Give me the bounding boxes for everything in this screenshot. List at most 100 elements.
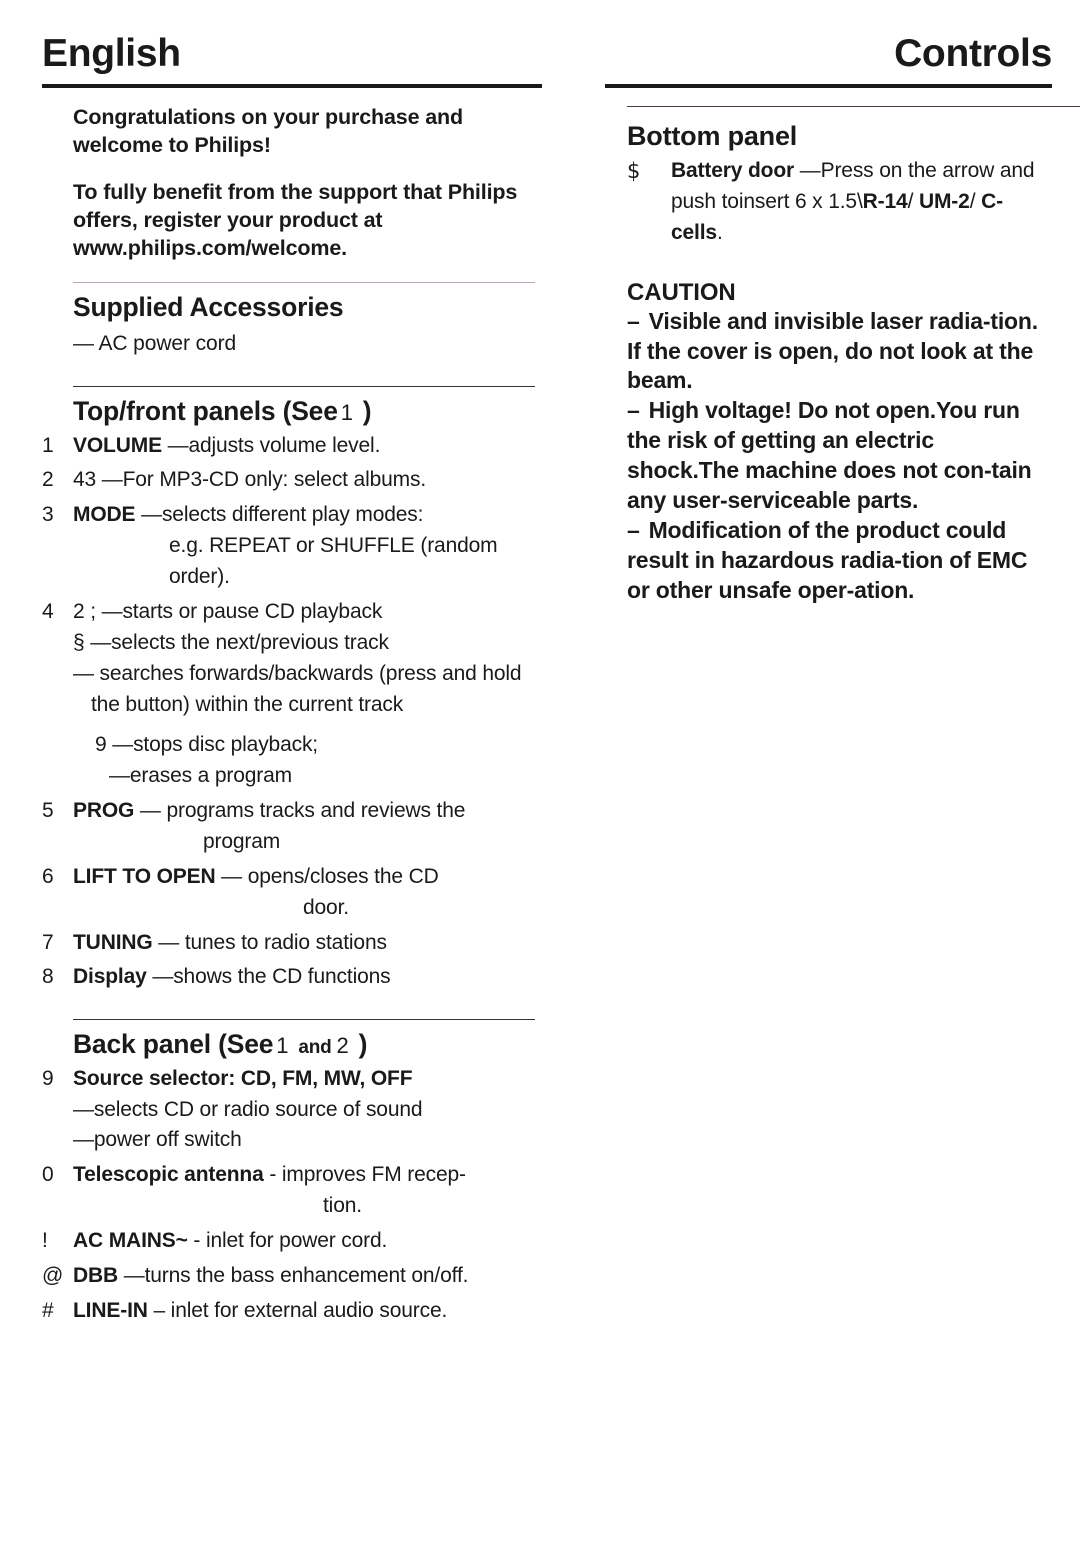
list-item-0: 0 Telescopic antenna - improves FM recep… — [42, 1156, 542, 1222]
caution-dash: – — [627, 307, 640, 334]
item-marker: @ — [42, 1263, 64, 1287]
page-title-controls: Controls — [894, 32, 1052, 75]
list-item-6: 6 LIFT TO OPEN — opens/closes the CD door… — [42, 858, 542, 924]
item-body: Telescopic antenna - improves FM recep-t… — [73, 1160, 542, 1222]
list-item-battery-door: $ Battery door —Press on the arrow and p… — [627, 152, 1052, 249]
figure-ref-1: 1 — [340, 400, 353, 426]
caution-paragraph-1: – Visible and invisible laser radia-tion.… — [627, 307, 1052, 397]
item-sub-symbol-line: § —selects the next/previous track — [73, 628, 542, 659]
item-body: TUNING — tunes to radio stations — [73, 928, 542, 959]
item-desc: — opens/closes the CD — [215, 864, 439, 888]
item-desc: —shows the CD functions — [146, 965, 391, 989]
item-desc: —adjusts volume level. — [161, 433, 381, 457]
item-label: PROG — [73, 799, 135, 823]
item-label-values: : CD, FM, MW, OFF — [228, 1066, 413, 1090]
list-item-3: 3 MODE —selects different play modes: e.g… — [42, 496, 542, 593]
list-item-hash: # LINE-IN – inlet for external audio sou… — [42, 1292, 542, 1327]
item-desc: —turns the bass enhancement on/off. — [118, 1263, 469, 1287]
item-continuation-2: order). — [169, 565, 230, 589]
item-label: 2 ; — [73, 599, 96, 623]
item-label: LIFT TO OPEN — [73, 864, 216, 888]
item-marker: $ — [627, 159, 641, 184]
item-label: MODE — [73, 503, 136, 527]
battery-sep-1: / — [907, 189, 919, 213]
item-body: VOLUME —adjusts volume level. — [73, 431, 542, 462]
item-body: MODE —selects different play modes: e.g. … — [73, 500, 542, 593]
accessory-item-ac-power-cord: — AC power cord — [73, 332, 237, 356]
figure-ref-2: 2 — [336, 1033, 349, 1059]
item-sub-stop-line: 9 —stops disc playback; — [95, 733, 318, 757]
intro-block: Congratulations on your purchase and wel… — [42, 88, 542, 263]
item-marker: 4 — [42, 599, 54, 623]
item-desc: —selects different play modes: — [135, 503, 424, 527]
item-desc: —For MP3-CD only: select albums. — [96, 468, 427, 492]
item-continuation-1: tion. — [323, 1194, 362, 1218]
item-label: 43 — [73, 468, 97, 492]
list-item-1: 1 VOLUME —adjusts volume level. — [42, 427, 542, 462]
item-label: Battery door — [671, 159, 795, 183]
item-body: DBB —turns the bass enhancement on/off. — [73, 1261, 542, 1292]
item-marker: # — [42, 1298, 54, 1322]
item-body: AC MAINS~ - inlet for power cord. — [73, 1226, 542, 1257]
heading-back-panel-close: ) — [358, 1029, 368, 1060]
battery-type-um2: UM-2 — [918, 189, 970, 213]
item-sub-1: —selects CD or radio source of sound — [73, 1097, 423, 1121]
item-label: DBB — [73, 1263, 119, 1287]
caution-text: Visible and invisible laser radia-tion. … — [627, 307, 1038, 394]
item-continuation-1: door. — [303, 895, 349, 919]
item-marker: 1 — [42, 433, 54, 457]
item-desc: – inlet for external audio source. — [147, 1298, 448, 1322]
item-desc: — programs tracks and reviews the — [134, 799, 466, 823]
figure-ref-1: 1 — [276, 1033, 289, 1059]
item-body: Source selector: CD, FM, MW, OFF —selects… — [73, 1064, 542, 1157]
manual-page: English Congratulations on your purchase… — [0, 0, 1080, 1568]
list-item-9: 9 Source selector: CD, FM, MW, OFF —selec… — [42, 1060, 542, 1157]
item-body: LIFT TO OPEN — opens/closes the CD door. — [73, 862, 542, 924]
item-marker: ! — [42, 1229, 48, 1252]
prev-next-track-symbol: § — [73, 630, 85, 654]
item-body: 2 ; —starts or pause CD playback § —selec… — [73, 597, 542, 792]
list-item-4: 4 2 ; —starts or pause CD playback § —sel… — [42, 593, 542, 792]
page-title-english: English — [42, 32, 181, 75]
caution-paragraph-3: – Modification of the product could resul… — [627, 516, 1052, 606]
list-item-8: 8 Display —shows the CD functions — [42, 958, 542, 993]
list-item-2: 2 43 —For MP3-CD only: select albums. — [42, 461, 542, 496]
item-continuation-1: e.g. REPEAT or SHUFFLE (random — [169, 534, 498, 558]
battery-tail: . — [716, 220, 723, 244]
list-item-exclam: ! AC MAINS~ - inlet for power cord. — [42, 1222, 542, 1257]
item-sub-erase-line: —erases a program — [109, 764, 293, 788]
item-desc: - improves FM recep- — [263, 1163, 466, 1187]
item-marker: 7 — [42, 930, 54, 954]
two-column-layout: English Congratulations on your purchase… — [0, 0, 1080, 1327]
item-body: 43 —For MP3-CD only: select albums. — [73, 465, 542, 496]
caution-dash: – — [627, 397, 640, 424]
item-desc: - inlet for power cord. — [187, 1229, 388, 1252]
back-panel-list: 9 Source selector: CD, FM, MW, OFF —selec… — [42, 1060, 542, 1327]
intro-paragraph-1: Congratulations on your purchase and wel… — [73, 105, 463, 157]
heading-caution: CAUTION — [627, 278, 736, 306]
item-label: Display — [73, 965, 147, 989]
item-label: VOLUME — [73, 433, 162, 457]
item-marker: 6 — [42, 864, 54, 888]
list-item-7: 7 TUNING — tunes to radio stations — [42, 924, 542, 959]
list-item-at: @ DBB —turns the bass enhancement on/off… — [42, 1257, 542, 1292]
heading-back-panel-text: Back panel (See — [73, 1029, 274, 1060]
battery-type-r14: R-14 — [862, 189, 908, 213]
item-body: Display —shows the CD functions — [73, 962, 542, 993]
heading-top-front-panels: Top/front panels (See 1) — [42, 387, 542, 426]
item-marker: 0 — [42, 1163, 54, 1187]
caution-text: High voltage! Do not open.You run the ri… — [627, 397, 1032, 513]
item-marker: 3 — [42, 503, 54, 527]
list-item-5: 5 PROG — programs tracks and reviews the… — [42, 792, 542, 858]
item-label: LINE-IN — [73, 1298, 148, 1322]
intro-paragraph-2: To fully benefit from the support that P… — [73, 179, 518, 260]
item-marker: 5 — [42, 799, 54, 823]
heading-bottom-panel: Bottom panel — [627, 121, 798, 151]
caution-body: – Visible and invisible laser radia-tion.… — [605, 307, 1052, 606]
heading-back-panel: Back panel (See 1 and 2) — [42, 1020, 542, 1059]
right-column: Controls Bottom panel $ Battery door —Pr… — [560, 0, 1080, 1327]
heading-top-front-close: ) — [362, 396, 372, 427]
heading-top-front-text: Top/front panels (See — [73, 396, 338, 427]
item-marker: 9 — [42, 1066, 54, 1090]
heading-and-word: and — [298, 1037, 332, 1059]
